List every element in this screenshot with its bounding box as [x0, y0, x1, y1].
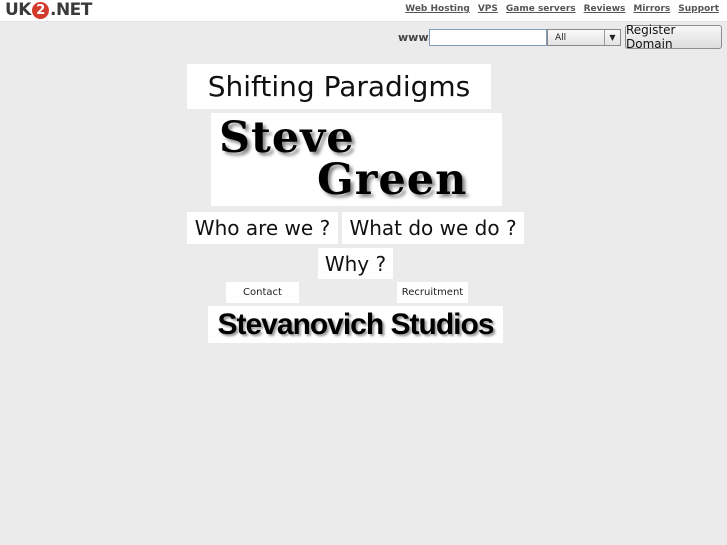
nav-support[interactable]: Support	[678, 4, 719, 14]
domain-search-input[interactable]	[429, 29, 547, 46]
why-link[interactable]: Why ?	[318, 248, 393, 279]
tld-select[interactable]: All ▼	[547, 29, 621, 46]
recruitment-link[interactable]: Recruitment	[397, 282, 468, 303]
name-banner: Steve Green	[211, 113, 502, 206]
dropdown-arrow-icon[interactable]: ▼	[604, 30, 620, 45]
tld-selected-value: All	[555, 33, 567, 43]
nav-mirrors[interactable]: Mirrors	[633, 4, 670, 14]
site-logo[interactable]: UK 2 .NET	[5, 1, 92, 20]
page-title: Shifting Paradigms	[207, 70, 471, 103]
logo-prefix: UK	[5, 0, 31, 20]
www-prefix-label: www.	[398, 31, 432, 44]
name-last: Green	[317, 155, 468, 205]
top-nav: Web Hosting VPS Game servers Reviews Mir…	[405, 4, 719, 14]
top-bar: UK 2 .NET Web Hosting VPS Game servers Rev…	[0, 0, 727, 22]
nav-web-hosting[interactable]: Web Hosting	[405, 4, 470, 14]
nav-game-servers[interactable]: Game servers	[506, 4, 576, 14]
studios-logo-banner[interactable]: Stevanovich Studios	[208, 306, 503, 343]
logo-two-badge: 2	[31, 2, 49, 19]
logo-suffix: .NET	[49, 0, 92, 20]
contact-link[interactable]: Contact	[226, 282, 299, 303]
nav-reviews[interactable]: Reviews	[584, 4, 626, 14]
register-domain-button[interactable]: Register Domain	[625, 23, 722, 51]
what-do-we-do-link[interactable]: What do we do ?	[342, 212, 524, 244]
nav-vps[interactable]: VPS	[478, 4, 498, 14]
page-title-banner: Shifting Paradigms	[187, 64, 491, 109]
who-are-we-link[interactable]: Who are we ?	[187, 212, 338, 244]
